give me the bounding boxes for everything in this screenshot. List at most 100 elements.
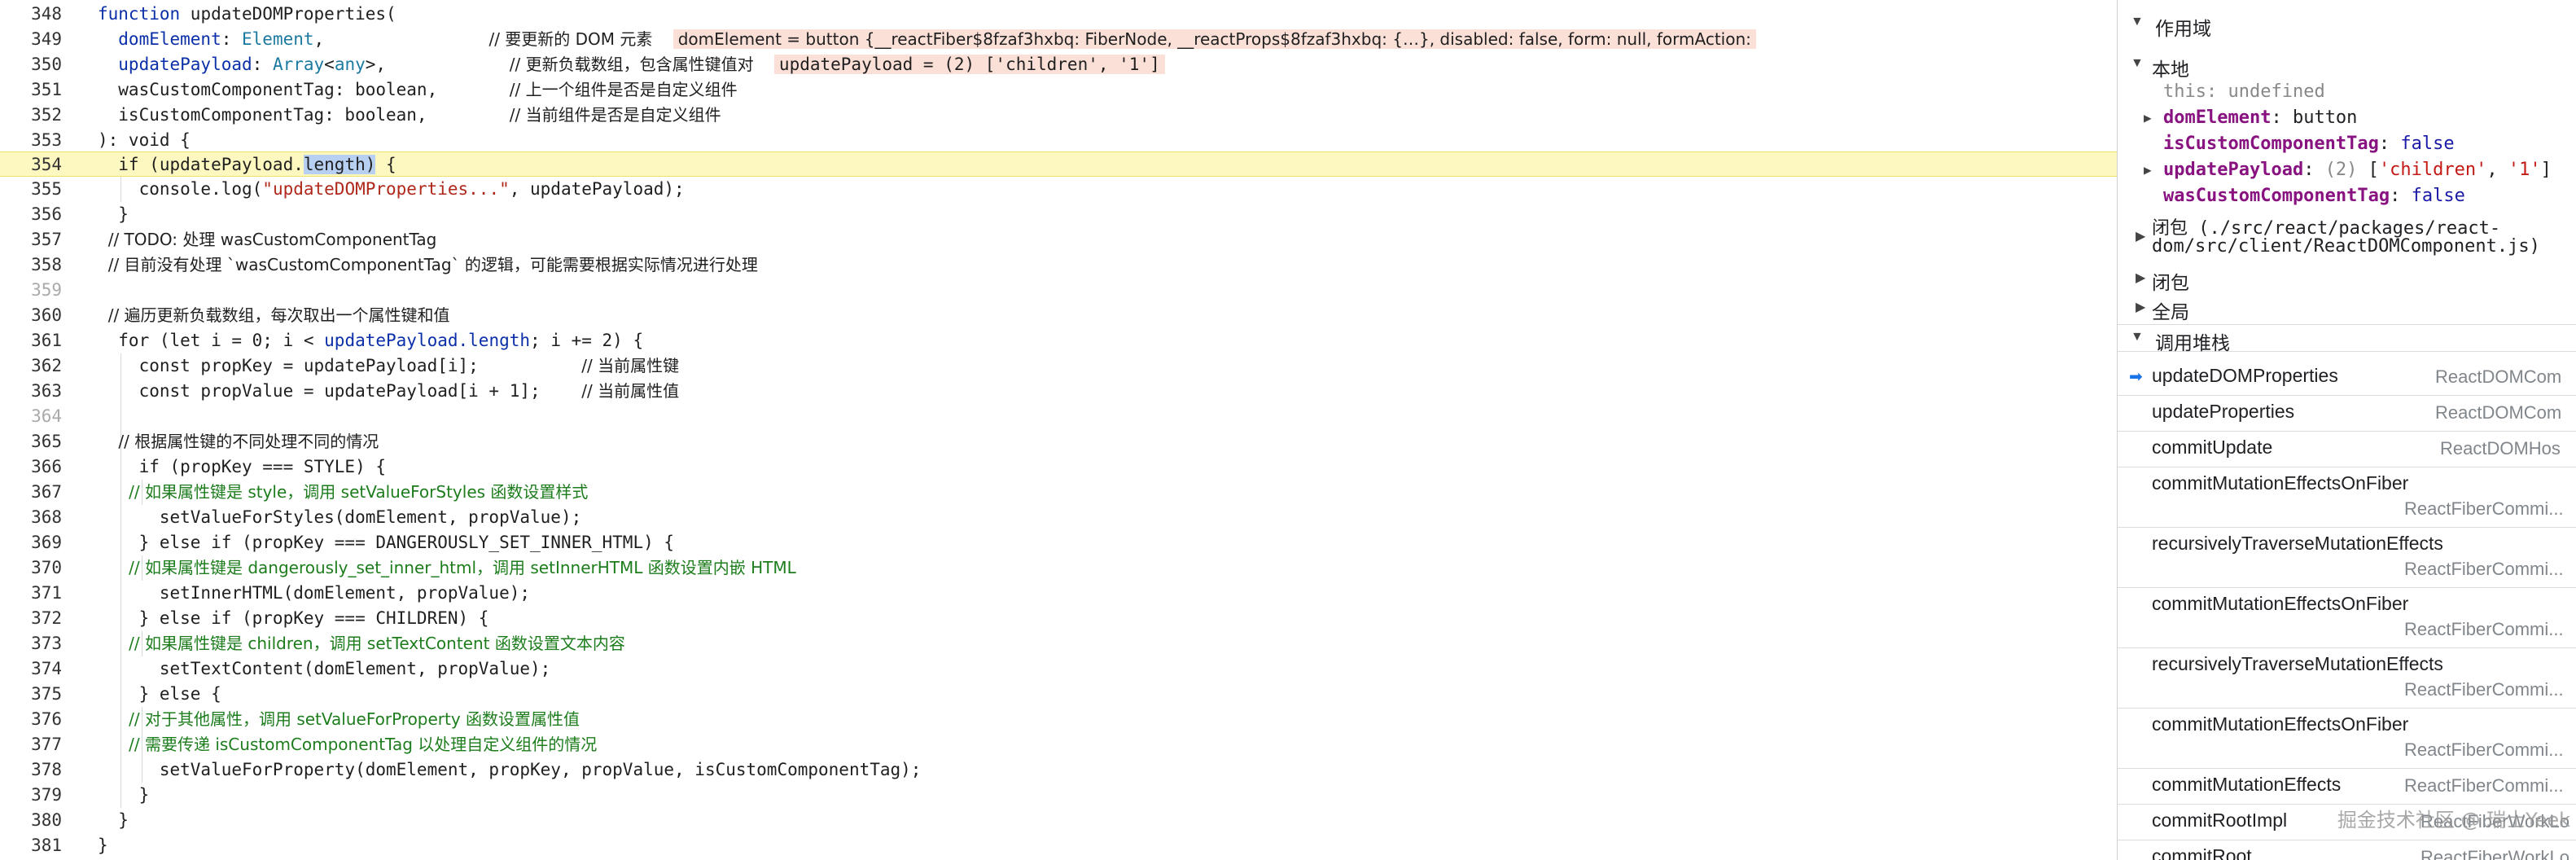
closure-scope[interactable]: ▶ 闭包: [2118, 265, 2576, 293]
inline-debug-value: domElement = button {__reactFiber$8fzaf3…: [672, 29, 1756, 49]
callstack-frame[interactable]: commitMutationEffectsOnFiber ReactFiberC…: [2118, 467, 2576, 528]
local-scope-header[interactable]: ▼ 本地: [2118, 52, 2576, 80]
scope-section-header[interactable]: ▼ 作用域: [2118, 11, 2576, 39]
line-number[interactable]: 370: [0, 555, 62, 581]
code-line: updatePayload: Array<any>, // 更新负载数组，包含属…: [98, 52, 1165, 77]
line-number[interactable]: 352: [0, 103, 62, 128]
line-number[interactable]: 371: [0, 581, 62, 606]
code-line: wasCustomComponentTag: boolean, // 上一个组件…: [98, 80, 738, 99]
triangle-right-icon: ▶: [2136, 271, 2146, 285]
closure-path-line-2: dom/src/client/ReactDOMComponent.js): [2152, 236, 2540, 257]
line-number[interactable]: 368: [0, 505, 62, 530]
triangle-down-icon: ▼: [2131, 330, 2144, 344]
scope-title: 作用域: [2155, 18, 2211, 39]
code-line: // 目前没有处理 `wasCustomComponentTag` 的逻辑，可能…: [98, 255, 758, 274]
debugger-sidebar: ▼ 作用域 ▼ 本地 this: undefined ▶ domElement:…: [2117, 0, 2576, 860]
callstack-frame[interactable]: commitRoot ReactFiberWorkLo: [2118, 840, 2576, 860]
callstack-frame[interactable]: recursivelyTraverseMutationEffects React…: [2118, 528, 2576, 588]
line-number[interactable]: 362: [0, 353, 62, 379]
line-number[interactable]: 375: [0, 682, 62, 707]
code-line: const propKey = updatePayload[i]; // 当前属…: [98, 356, 680, 375]
callstack-title: 调用堆栈: [2155, 332, 2230, 353]
line-number[interactable]: 379: [0, 783, 62, 808]
closure-module-scope[interactable]: ▶ 闭包 (./src/react/packages/react- dom/sr…: [2118, 213, 2576, 262]
line-number[interactable]: 372: [0, 606, 62, 631]
code-line: }: [98, 785, 150, 805]
line-number[interactable]: 361: [0, 328, 62, 353]
code-line: domElement: Element, // 要更新的 DOM 元素 domE…: [98, 27, 1756, 52]
scope-variable-domElement[interactable]: ▶ domElement: button: [2118, 106, 2576, 130]
line-number[interactable]: 356: [0, 202, 62, 227]
line-number[interactable]: 358: [0, 252, 62, 278]
line-number[interactable]: 373: [0, 631, 62, 656]
scope-variable-wasCustomComponentTag[interactable]: wasCustomComponentTag: false: [2118, 184, 2576, 208]
code-line: // 需要传递 isCustomComponentTag 以处理自定义组件的情况: [98, 735, 598, 754]
code-line: setInnerHTML(domElement, propValue);: [98, 583, 531, 603]
code-line: for (let i = 0; i < updatePayload.length…: [98, 331, 644, 350]
code-line: console.log("updateDOMProperties...", up…: [98, 179, 685, 199]
callstack-frame[interactable]: ➡ updateDOMProperties ReactDOMCom: [2118, 360, 2576, 396]
line-number[interactable]: 365: [0, 429, 62, 454]
line-number[interactable]: 353: [0, 128, 62, 153]
triangle-right-icon[interactable]: ▶: [2144, 110, 2152, 125]
line-number[interactable]: 354: [0, 152, 62, 178]
line-number[interactable]: 367: [0, 480, 62, 505]
line-number[interactable]: 360: [0, 303, 62, 328]
code-line: isCustomComponentTag: boolean, // 当前组件是否…: [98, 105, 721, 125]
triangle-right-icon[interactable]: ▶: [2144, 162, 2152, 178]
global-label: 全局: [2152, 301, 2189, 322]
callstack-frame[interactable]: commitMutationEffects ReactFiberCommi...: [2118, 769, 2576, 805]
code-line: setTextContent(domElement, propValue);: [98, 659, 551, 678]
scope-variable-this[interactable]: this: undefined: [2118, 80, 2576, 104]
line-number[interactable]: 378: [0, 757, 62, 783]
line-number[interactable]: 357: [0, 227, 62, 252]
line-number[interactable]: 364: [0, 404, 62, 429]
callstack-frame[interactable]: updateProperties ReactDOMCom: [2118, 396, 2576, 432]
code-line: const propValue = updatePayload[i + 1]; …: [98, 381, 680, 401]
code-line: if (propKey === STYLE) {: [98, 457, 387, 476]
triangle-down-icon: ▼: [2131, 56, 2144, 70]
line-number[interactable]: 381: [0, 833, 62, 858]
line-number[interactable]: 376: [0, 707, 62, 732]
line-number[interactable]: 351: [0, 77, 62, 103]
line-number[interactable]: 355: [0, 177, 62, 202]
code-line: if (updatePayload.length) {: [98, 155, 396, 174]
code-line: } else if (propKey === DANGEROUSLY_SET_I…: [98, 533, 675, 552]
line-number[interactable]: 374: [0, 656, 62, 682]
code-line: // 如果属性键是 children，调用 setTextContent 函数设…: [98, 634, 625, 653]
closure-label: 闭包: [2152, 272, 2189, 293]
callstack-frame[interactable]: commitMutationEffectsOnFiber ReactFiberC…: [2118, 588, 2576, 648]
code-line: // 对于其他属性，调用 setValueForProperty 函数设置属性值: [98, 709, 580, 729]
code-line: // 如果属性键是 style，调用 setValueForStyles 函数设…: [98, 482, 589, 502]
code-line: // TODO: 处理 wasCustomComponentTag: [98, 230, 437, 249]
line-number[interactable]: 366: [0, 454, 62, 480]
callstack-frame[interactable]: commitMutationEffectsOnFiber ReactFiberC…: [2118, 709, 2576, 769]
callstack-frame[interactable]: recursivelyTraverseMutationEffects React…: [2118, 648, 2576, 709]
inline-debug-value: updatePayload = (2) ['children', '1']: [773, 55, 1165, 74]
local-scope-title: 本地: [2152, 59, 2189, 80]
triangle-right-icon: ▶: [2136, 301, 2146, 314]
callstack-frame[interactable]: commitUpdate ReactDOMHos: [2118, 432, 2576, 467]
line-number[interactable]: 348: [0, 2, 62, 27]
line-number[interactable]: 377: [0, 732, 62, 757]
line-number[interactable]: 350: [0, 52, 62, 77]
code-line: // 如果属性键是 dangerously_set_inner_html，调用 …: [98, 558, 796, 577]
line-number[interactable]: 349: [0, 27, 62, 52]
line-number[interactable]: 363: [0, 379, 62, 404]
paused-line-highlight: 354 if (updatePayload.length) {: [0, 151, 2117, 177]
callstack-section-header[interactable]: ▼ 调用堆栈: [2118, 324, 2576, 353]
code-editor[interactable]: 348 function updateDOMProperties( 349 dom…: [0, 0, 2117, 860]
global-scope[interactable]: ▶ 全局: [2118, 295, 2576, 322]
scope-variable-updatePayload[interactable]: ▶ updatePayload: (2) ['children', '1']: [2118, 158, 2576, 182]
line-number[interactable]: 369: [0, 530, 62, 555]
code-line: } else if (propKey === CHILDREN) {: [98, 608, 489, 628]
code-line: }: [98, 836, 108, 855]
triangle-down-icon: ▼: [2131, 15, 2144, 29]
scope-variable-isCustomComponentTag[interactable]: isCustomComponentTag: false: [2118, 132, 2576, 156]
code-line: // 根据属性键的不同处理不同的情况: [98, 432, 379, 451]
code-line: } else {: [98, 684, 221, 704]
code-line: }: [98, 810, 129, 830]
code-line: function updateDOMProperties(: [98, 4, 396, 24]
line-number[interactable]: 359: [0, 278, 62, 303]
line-number[interactable]: 380: [0, 808, 62, 833]
